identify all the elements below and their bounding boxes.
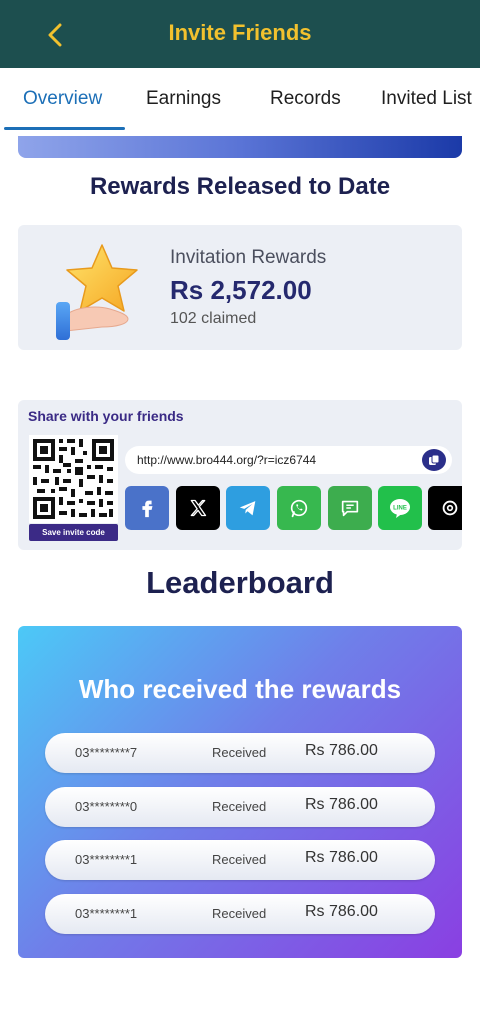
tab-overview[interactable]: Overview (23, 88, 102, 110)
row-amount: Rs 786.00 (305, 796, 378, 813)
tab-bar: Overview Earnings Records Invited List (0, 68, 480, 132)
star-hand-icon (36, 235, 146, 340)
row-status: Received (212, 906, 267, 921)
telegram-icon (239, 501, 256, 516)
share-facebook-button[interactable] (125, 486, 169, 530)
promo-banner[interactable] (18, 136, 462, 158)
row-amount: Rs 786.00 (305, 849, 378, 866)
row-status: Received (212, 799, 267, 814)
facebook-icon (142, 500, 153, 518)
invitation-rewards-label: Invitation Rewards (170, 247, 327, 268)
app-header: Invite Friends (0, 0, 480, 68)
row-phone: 03********7 (75, 745, 138, 760)
svg-text:LINE: LINE (393, 506, 407, 512)
share-title: Share with your friends (28, 408, 184, 424)
x-icon (190, 499, 207, 517)
rewards-card: Invitation Rewards Rs 2,572.00 102 claim… (18, 225, 462, 350)
tab-earnings[interactable]: Earnings (146, 88, 221, 110)
leaderboard-card-title: Who received the rewards (78, 674, 402, 704)
active-tab-indicator (4, 127, 125, 130)
threads-icon (442, 500, 458, 516)
row-phone: 03********1 (75, 906, 138, 921)
share-whatsapp-button[interactable] (277, 486, 321, 530)
claimed-count: 102 claimed (170, 310, 257, 327)
row-phone: 03********1 (75, 852, 138, 867)
row-amount: Rs 786.00 (305, 742, 378, 759)
whatsapp-icon (290, 499, 308, 518)
leaderboard-title: Leaderboard (146, 565, 334, 600)
copy-link-button[interactable] (422, 449, 446, 471)
rewards-section-title: Rewards Released to Date (89, 173, 391, 200)
tab-records[interactable]: Records (270, 88, 341, 110)
row-phone: 03********0 (75, 799, 138, 814)
invite-link-field[interactable]: http://www.bro444.org/?r=icz6744 (125, 446, 452, 474)
leaderboard-row: 03********7 Received Rs 786.00 (45, 733, 435, 773)
row-amount: Rs 786.00 (305, 903, 378, 920)
invitation-rewards-amount: Rs 2,572.00 (170, 275, 312, 305)
leaderboard-row: 03********0 Received Rs 786.00 (45, 787, 435, 827)
share-card: Share with your friends Save invite code… (18, 400, 462, 550)
invite-link-text: http://www.bro444.org/?r=icz6744 (137, 453, 317, 467)
copy-icon (429, 454, 440, 465)
leaderboard-row: 03********1 Received Rs 786.00 (45, 840, 435, 880)
save-invite-code-button[interactable]: Save invite code (29, 524, 118, 541)
row-status: Received (212, 745, 267, 760)
share-line-button[interactable]: LINE (378, 486, 422, 530)
share-threads-button[interactable] (428, 486, 462, 530)
line-icon: LINE (390, 499, 410, 518)
tab-invited-list[interactable]: Invited List (381, 88, 472, 110)
message-icon (341, 500, 359, 517)
share-message-button[interactable] (328, 486, 372, 530)
leaderboard-card: Who received the rewards 03********7 Rec… (18, 626, 462, 958)
page-title: Invite Friends (168, 20, 312, 45)
qr-code[interactable] (29, 435, 118, 523)
row-status: Received (212, 852, 267, 867)
share-telegram-button[interactable] (226, 486, 270, 530)
leaderboard-row: 03********1 Received Rs 786.00 (45, 894, 435, 934)
share-x-button[interactable] (176, 486, 220, 530)
